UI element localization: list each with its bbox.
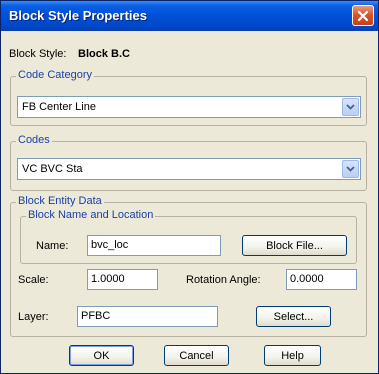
block-style-properties-dialog: Block Style Properties Block Style: Bloc… [0,0,379,374]
scale-field-value: 1.0000 [91,273,125,285]
code-category-dropdown[interactable]: FB Center Line [17,96,361,118]
code-category-selected: FB Center Line [22,101,96,113]
block-style-value: Block B.C [78,48,130,60]
help-button[interactable]: Help [264,345,321,366]
layer-field-value: PFBC [81,310,111,322]
name-field-value: bvc_loc [91,239,129,251]
close-button[interactable] [352,5,374,26]
window-title: Block Style Properties [9,8,147,23]
ok-button-label: OK [93,349,110,362]
rotation-angle-field[interactable]: 0.0000 [286,269,357,290]
cancel-button-label: Cancel [179,349,214,362]
block-file-button-label: Block File... [266,239,323,252]
rotation-angle-field-value: 0.0000 [290,273,324,285]
name-field[interactable]: bvc_loc [87,235,221,256]
help-button-label: Help [281,349,304,362]
block-file-button[interactable]: Block File... [242,235,347,256]
select-layer-button[interactable]: Select... [256,306,331,327]
block-style-label: Block Style: [9,48,67,60]
codes-dropdown-arrow[interactable] [342,160,359,178]
block-entity-data-legend: Block Entity Data [16,195,104,207]
code-category-dropdown-arrow[interactable] [342,98,359,116]
codes-dropdown[interactable]: VC BVC Sta [17,158,361,180]
codes-selected: VC BVC Sta [22,163,83,175]
codes-legend: Codes [16,134,52,146]
cancel-button[interactable]: Cancel [164,345,229,366]
close-icon [357,10,369,22]
scale-field[interactable]: 1.0000 [87,269,158,290]
name-label: Name: [36,240,69,252]
layer-label: Layer: [18,311,49,323]
ok-button[interactable]: OK [69,345,134,366]
chevron-down-icon [346,163,355,175]
select-layer-button-label: Select... [273,310,314,323]
layer-field[interactable]: PFBC [77,306,218,327]
rotation-angle-label: Rotation Angle: [186,274,261,286]
chevron-down-icon [346,101,355,113]
code-category-legend: Code Category [16,69,94,81]
block-name-location-legend: Block Name and Location [26,209,156,221]
title-bar[interactable]: Block Style Properties [1,1,378,31]
scale-label: Scale: [18,274,49,286]
